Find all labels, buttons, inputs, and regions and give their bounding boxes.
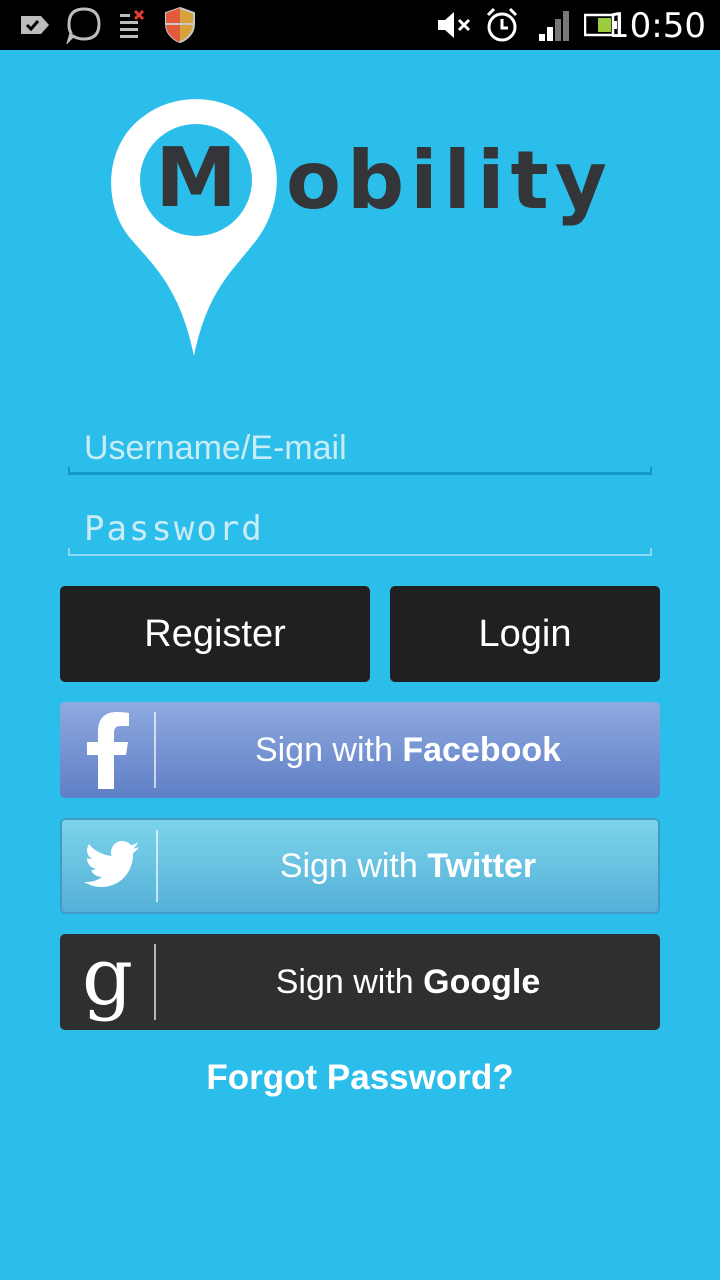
- forgot-password-link[interactable]: Forgot Password?: [0, 1058, 720, 1098]
- twitter-prefix: Sign with: [279, 846, 428, 885]
- password-underline: [68, 548, 652, 556]
- twitter-icon-wrap: [62, 820, 157, 912]
- logo-initial: M: [155, 131, 237, 226]
- alarm-clock-icon: [486, 7, 518, 42]
- facebook-icon: [86, 712, 129, 789]
- register-button[interactable]: Register: [60, 586, 370, 682]
- facebook-prefix: Sign with: [254, 730, 403, 769]
- logo-word: obility: [286, 134, 613, 227]
- google-icon-wrap: g: [60, 934, 155, 1030]
- app-logo: M obility: [108, 98, 628, 360]
- google-signin-button[interactable]: g Sign with Google: [60, 934, 660, 1030]
- google-icon: g: [81, 930, 134, 1023]
- google-brand: Google: [423, 962, 541, 1001]
- mute-icon: [438, 12, 471, 38]
- login-label: Login: [478, 612, 572, 655]
- google-prefix: Sign with: [275, 962, 424, 1001]
- facebook-text: Sign with Facebook: [156, 702, 660, 798]
- facebook-signin-button[interactable]: Sign with Facebook: [60, 702, 660, 798]
- signal-icon: [539, 11, 569, 41]
- register-label: Register: [144, 612, 286, 655]
- twitter-brand: Twitter: [427, 846, 537, 885]
- status-time: 10:50: [608, 6, 706, 46]
- checkmark-badge-icon: [21, 16, 49, 34]
- username-field: [68, 421, 652, 475]
- username-underline: [68, 467, 652, 475]
- login-button[interactable]: Login: [390, 586, 660, 682]
- twitter-text: Sign with Twitter: [158, 820, 658, 912]
- speech-bubble-icon: [66, 7, 101, 44]
- google-text: Sign with Google: [156, 934, 660, 1030]
- twitter-bird-icon: [83, 841, 139, 887]
- username-input[interactable]: [68, 421, 652, 475]
- facebook-icon-wrap: [60, 702, 155, 798]
- shield-icon: [165, 6, 195, 44]
- twitter-signin-button[interactable]: Sign with Twitter: [60, 818, 660, 914]
- task-list-icon: [120, 10, 145, 38]
- password-input[interactable]: [68, 502, 652, 556]
- facebook-brand: Facebook: [402, 730, 562, 769]
- login-screen: 10:50 M obility Register Login Sign with…: [0, 0, 720, 1280]
- status-bar: 10:50: [0, 0, 720, 50]
- password-field: [68, 502, 652, 556]
